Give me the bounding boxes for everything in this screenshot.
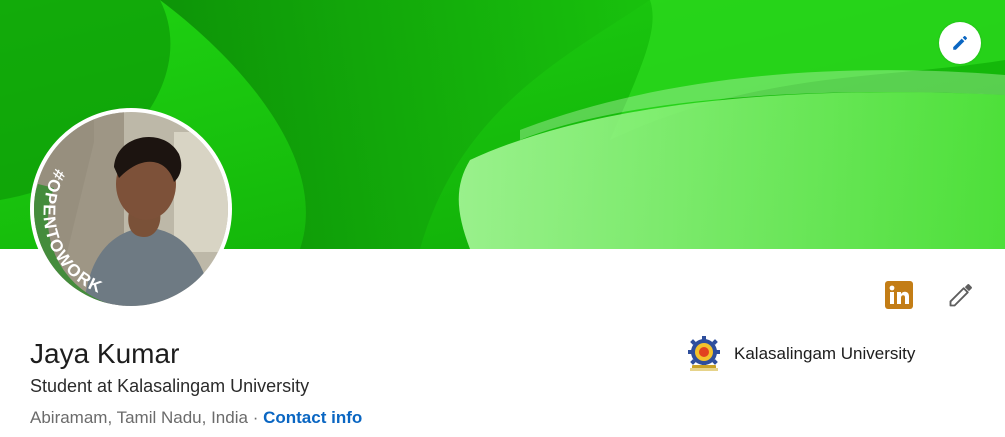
avatar-frame: #OPENTOWORK xyxy=(30,108,232,310)
school-name: Kalasalingam University xyxy=(734,344,916,363)
edit-intro-button[interactable] xyxy=(944,278,978,312)
pencil-icon xyxy=(949,284,972,307)
contact-info-link[interactable]: Contact info xyxy=(263,408,362,427)
profile-headline: Student at Kalasalingam University xyxy=(30,376,310,396)
edit-banner-button[interactable] xyxy=(939,22,981,64)
separator: · xyxy=(252,408,259,427)
linkedin-icon xyxy=(885,281,913,309)
avatar[interactable]: #OPENTOWORK xyxy=(34,112,228,306)
linkedin-button[interactable] xyxy=(884,280,914,310)
pencil-icon xyxy=(953,35,968,50)
location-line: Abiramam, Tamil Nadu, India · Contact in… xyxy=(30,406,362,430)
education-school-link[interactable]: Kalasalingam University xyxy=(684,334,915,374)
profile-photo: #OPENTOWORK xyxy=(34,112,228,306)
profile-name: Jaya Kumar xyxy=(30,338,180,369)
university-logo-icon xyxy=(688,336,720,371)
profile-location: Abiramam, Tamil Nadu, India xyxy=(30,408,248,427)
